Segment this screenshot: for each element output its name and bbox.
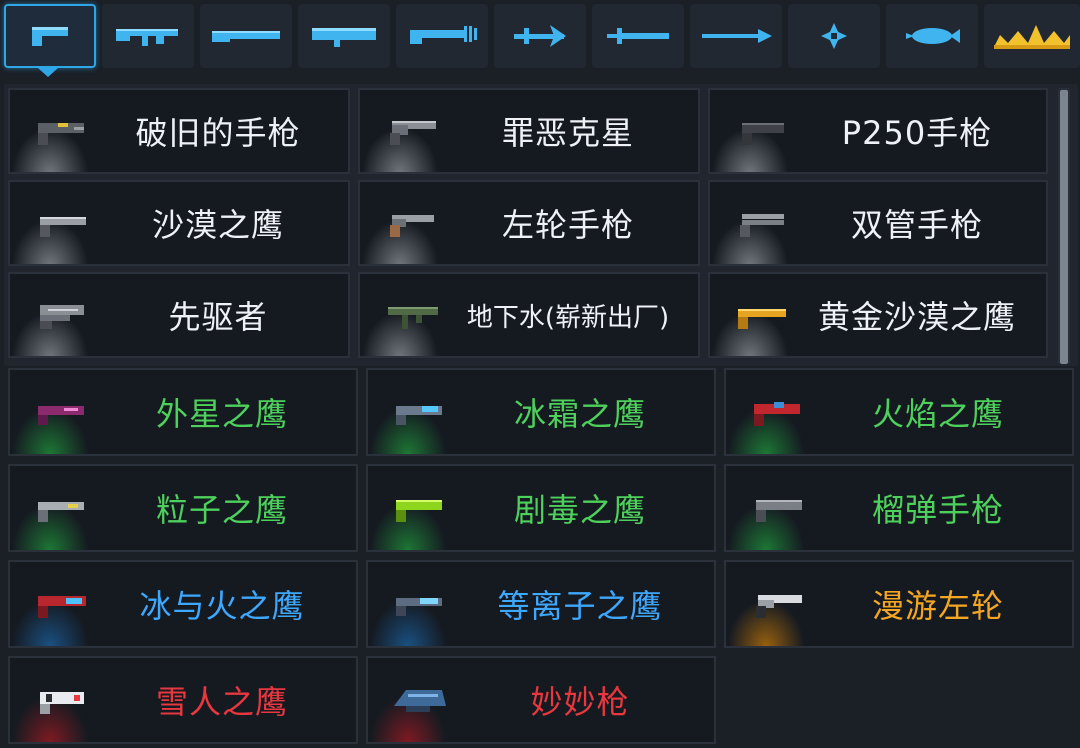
- weapon-name: 等离子之鹰: [497, 587, 663, 625]
- p250-pistol-icon: [742, 123, 784, 145]
- tab-special[interactable]: [886, 4, 978, 68]
- flame-eagle-icon: [754, 402, 800, 426]
- weapon-card[interactable]: 漫游左轮: [724, 560, 1074, 648]
- tab-spears[interactable]: [690, 4, 782, 68]
- weapon-name: 双管手枪: [850, 206, 983, 244]
- weapon-card[interactable]: 粒子之鹰: [8, 464, 358, 552]
- tab-rifles[interactable]: [102, 4, 194, 68]
- desert-eagle-icon: [40, 217, 86, 237]
- shuriken-icon: [821, 23, 847, 49]
- weapon-name: 罪恶克星: [501, 114, 634, 152]
- fish-icon: [906, 28, 960, 44]
- double-barrel-pistol-icon: [740, 214, 784, 237]
- rifle-icon: [116, 29, 178, 46]
- ice-fire-eagle-icon: [38, 596, 86, 618]
- weapon-card[interactable]: 破旧的手枪: [8, 88, 350, 174]
- tab-premium[interactable]: [984, 4, 1080, 68]
- laser-rifle-icon: [410, 26, 477, 44]
- weapon-card[interactable]: 左轮手枪: [358, 180, 700, 266]
- spear-icon: [702, 29, 772, 43]
- shotgun-icon: [212, 31, 280, 42]
- weapon-card[interactable]: P250手枪: [708, 88, 1048, 174]
- tab-throwables[interactable]: [788, 4, 880, 68]
- weapon-name: 剧毒之鹰: [513, 491, 646, 529]
- smg-icon: [388, 307, 438, 329]
- venom-eagle-icon: [396, 500, 442, 522]
- weapon-name: 漫游左轮: [871, 587, 1004, 625]
- weapon-card[interactable]: 冰与火之鹰: [8, 560, 358, 648]
- pistol-icon: [32, 27, 68, 46]
- weapon-card[interactable]: 等离子之鹰: [366, 560, 716, 648]
- weapon-name: 冰霜之鹰: [513, 395, 646, 433]
- weapon-card[interactable]: 罪恶克星: [358, 88, 700, 174]
- weapon-name: 妙妙枪: [530, 683, 630, 721]
- alien-eagle-icon: [38, 406, 84, 425]
- wandering-revolver-icon: [756, 595, 802, 618]
- particle-eagle-icon: [38, 502, 84, 522]
- weapon-card[interactable]: 雪人之鹰: [8, 656, 358, 744]
- weapon-card[interactable]: 榴弹手枪: [724, 464, 1074, 552]
- weapon-name: 冰与火之鹰: [139, 587, 305, 625]
- launcher-icon: [312, 28, 376, 47]
- weapon-card[interactable]: 黄金沙漠之鹰: [708, 272, 1048, 358]
- weapon-name: 先驱者: [168, 298, 268, 336]
- weapon-card[interactable]: 外星之鹰: [8, 368, 358, 456]
- snowman-eagle-icon: [40, 692, 84, 714]
- weapon-name: 破旧的手枪: [135, 114, 301, 152]
- miaomiao-gun-icon: [394, 690, 446, 712]
- golden-desert-eagle-icon: [738, 309, 786, 329]
- weapon-card[interactable]: 剧毒之鹰: [366, 464, 716, 552]
- tab-bows[interactable]: [494, 4, 586, 68]
- grenade-pistol-icon: [756, 500, 802, 522]
- weapon-card[interactable]: 地下水(崭新出厂): [358, 272, 700, 358]
- weapon-card[interactable]: 双管手枪: [708, 180, 1048, 266]
- weapon-card[interactable]: 先驱者: [8, 272, 350, 358]
- pioneer-pistol-icon: [40, 305, 84, 329]
- weapon-card[interactable]: 沙漠之鹰: [8, 180, 350, 266]
- revolver-icon: [390, 121, 436, 145]
- weapon-name: 粒子之鹰: [155, 491, 288, 529]
- weapon-card[interactable]: 冰霜之鹰: [366, 368, 716, 456]
- weapon-name: 黄金沙漠之鹰: [817, 298, 1016, 336]
- scrollbar-thumb[interactable]: [1060, 90, 1068, 364]
- crown-icon: [994, 25, 1070, 49]
- selected-tab-indicator: [38, 68, 58, 77]
- tab-launchers[interactable]: [298, 4, 390, 68]
- frost-eagle-icon: [396, 406, 442, 425]
- weapon-name: 地下水(崭新出厂): [466, 302, 670, 333]
- weapon-name: 雪人之鹰: [155, 683, 288, 721]
- weapon-card[interactable]: 妙妙枪: [366, 656, 716, 744]
- sword-icon: [607, 28, 669, 44]
- tab-pistols[interactable]: [4, 4, 96, 68]
- tab-shotguns[interactable]: [200, 4, 292, 68]
- weapon-name: 沙漠之鹰: [151, 206, 284, 244]
- bow-icon: [514, 25, 566, 47]
- weapon-category-tabs: [0, 0, 1080, 77]
- revolver-icon: [390, 215, 434, 237]
- tab-laser-weapons[interactable]: [396, 4, 488, 68]
- plasma-eagle-icon: [396, 598, 442, 616]
- tab-swords[interactable]: [592, 4, 684, 68]
- weapon-card[interactable]: 火焰之鹰: [724, 368, 1074, 456]
- weapon-name: 外星之鹰: [155, 395, 288, 433]
- weapon-name: 榴弹手枪: [871, 491, 1004, 529]
- weapon-name: P250手枪: [841, 114, 993, 152]
- weapon-name: 火焰之鹰: [871, 395, 1004, 433]
- weapon-name: 左轮手枪: [501, 206, 634, 244]
- old-pistol-icon: [38, 123, 84, 145]
